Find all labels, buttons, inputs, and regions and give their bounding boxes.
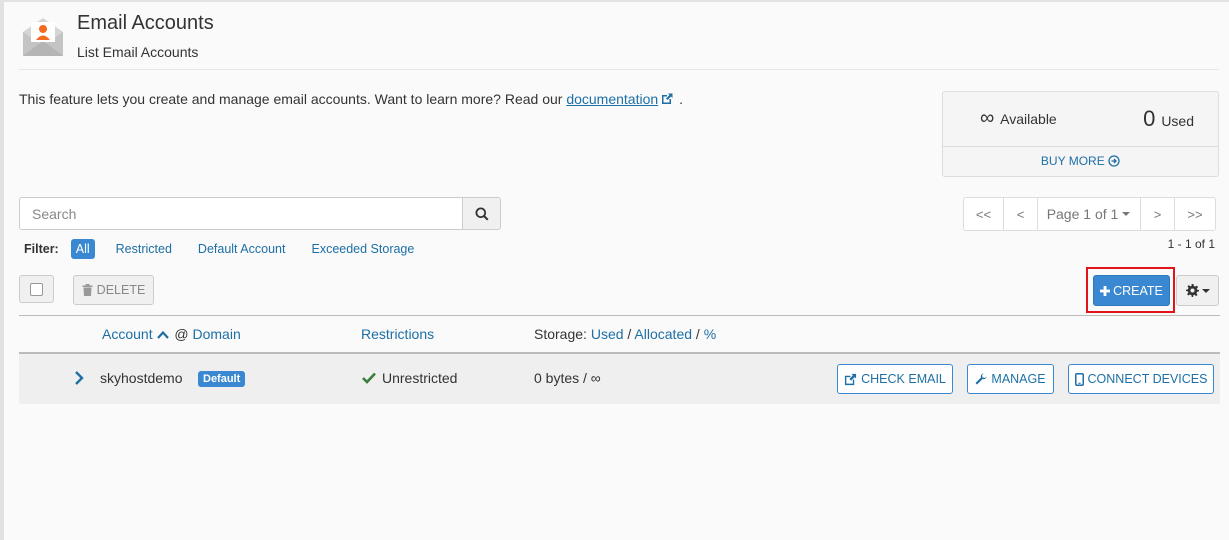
chevron-right-icon[interactable] [74, 370, 84, 386]
sort-used-header[interactable]: Used [591, 326, 624, 342]
intro-body: This feature lets you create and manage … [19, 91, 567, 107]
select-all-checkbox[interactable] [19, 275, 54, 303]
check-email-button[interactable]: CHECK EMAIL [837, 364, 953, 394]
external-link-icon[interactable] [660, 92, 674, 106]
next-page-button[interactable]: > [1141, 198, 1175, 230]
documentation-link[interactable]: documentation [566, 91, 658, 107]
at-symbol: @ [174, 326, 189, 342]
storage-header-label: Storage: [534, 326, 587, 342]
trash-icon [82, 284, 93, 296]
connect-devices-button[interactable]: CONNECT DEVICES [1068, 364, 1214, 394]
arrow-circle-right-icon [1108, 155, 1120, 167]
sort-ascending-icon[interactable] [157, 330, 170, 339]
filter-restricted[interactable]: Restricted [111, 239, 177, 259]
table-row: skyhostdemo Default Unrestricted 0 bytes… [19, 354, 1220, 404]
storage-header: Storage: Used / Allocated / % [534, 326, 716, 342]
result-range: 1 - 1 of 1 [1167, 237, 1215, 251]
account-domain-header: Account @ Domain [102, 326, 241, 342]
account-stats-panel: ∞ Available 0 Used BUY MORE [942, 91, 1219, 177]
first-page-button[interactable]: << [964, 198, 1004, 230]
intro-suffix: . [679, 91, 684, 107]
filter-all[interactable]: All [70, 239, 95, 259]
wrench-icon [975, 373, 987, 385]
mobile-device-icon [1074, 372, 1084, 386]
check-icon [362, 372, 376, 384]
prev-page-button[interactable]: < [1004, 198, 1038, 230]
intro-text: This feature lets you create and manage … [19, 91, 683, 107]
settings-dropdown-button[interactable] [1176, 275, 1219, 306]
sort-allocated-header[interactable]: Allocated [634, 326, 692, 342]
last-page-button[interactable]: >> [1175, 198, 1215, 230]
stats-row: ∞ Available 0 Used [943, 92, 1218, 147]
checkbox-box [30, 282, 43, 296]
create-label: CREATE [1113, 283, 1163, 298]
email-accounts-icon [23, 18, 63, 56]
page-label: Page 1 of 1 [1046, 206, 1119, 222]
caret-down-icon [1201, 288, 1210, 293]
sort-domain-header[interactable]: Domain [192, 326, 240, 342]
manage-label: MANAGE [991, 372, 1046, 386]
check-email-label: CHECK EMAIL [861, 372, 946, 386]
buy-more-link[interactable]: BUY MORE [943, 154, 1218, 168]
default-badge: Default [198, 371, 246, 387]
filter-default-account[interactable]: Default Account [193, 239, 291, 259]
used-value: 0 [1143, 106, 1156, 131]
page-select[interactable]: Page 1 of 1 [1038, 198, 1141, 230]
available-label: Available [1000, 111, 1057, 127]
page-title: Email Accounts [77, 12, 214, 34]
sort-account-header[interactable]: Account [102, 326, 153, 342]
search-button[interactable] [462, 197, 501, 230]
external-link-icon [845, 373, 857, 385]
pagination: << < Page 1 of 1 > >> [963, 197, 1216, 231]
table-header: Account @ Domain Restrictions Storage: U… [19, 315, 1220, 354]
used-count: 0 Used [1143, 106, 1194, 132]
connect-devices-label: CONNECT DEVICES [1087, 372, 1208, 386]
storage-separator: / [627, 326, 632, 342]
storage-separator: / [695, 326, 700, 342]
buy-more-label: BUY MORE [1040, 154, 1105, 168]
used-label: Used [1161, 113, 1194, 129]
available-value: ∞ [980, 107, 995, 129]
restriction-status: Unrestricted [362, 370, 457, 386]
available-count: ∞ Available [980, 107, 1057, 130]
create-button[interactable]: CREATE [1093, 275, 1170, 306]
sort-restrictions-header[interactable]: Restrictions [361, 326, 434, 342]
page-header: Email Accounts List Email Accounts [19, 12, 1219, 70]
gear-icon [1185, 284, 1199, 297]
sort-percent-header[interactable]: % [704, 326, 716, 342]
search-icon [475, 207, 489, 221]
delete-button[interactable]: DELETE [73, 275, 154, 305]
filter-label: Filter: [24, 242, 59, 256]
caret-down-icon [1122, 212, 1131, 216]
filter-exceeded-storage[interactable]: Exceeded Storage [306, 239, 419, 259]
filter-bar: Filter: All Restricted Default Account E… [24, 238, 435, 260]
app-frame: Email Accounts List Email Accounts This … [0, 0, 1229, 540]
search-group [19, 197, 501, 230]
storage-value: 0 bytes / ∞ [534, 370, 601, 386]
account-name: skyhostdemo [100, 370, 183, 386]
search-input[interactable] [19, 197, 462, 230]
delete-label: DELETE [96, 283, 146, 297]
page-subtitle: List Email Accounts [77, 44, 199, 60]
manage-button[interactable]: MANAGE [967, 364, 1054, 394]
plus-icon [1100, 285, 1111, 296]
restriction-label: Unrestricted [382, 370, 458, 386]
